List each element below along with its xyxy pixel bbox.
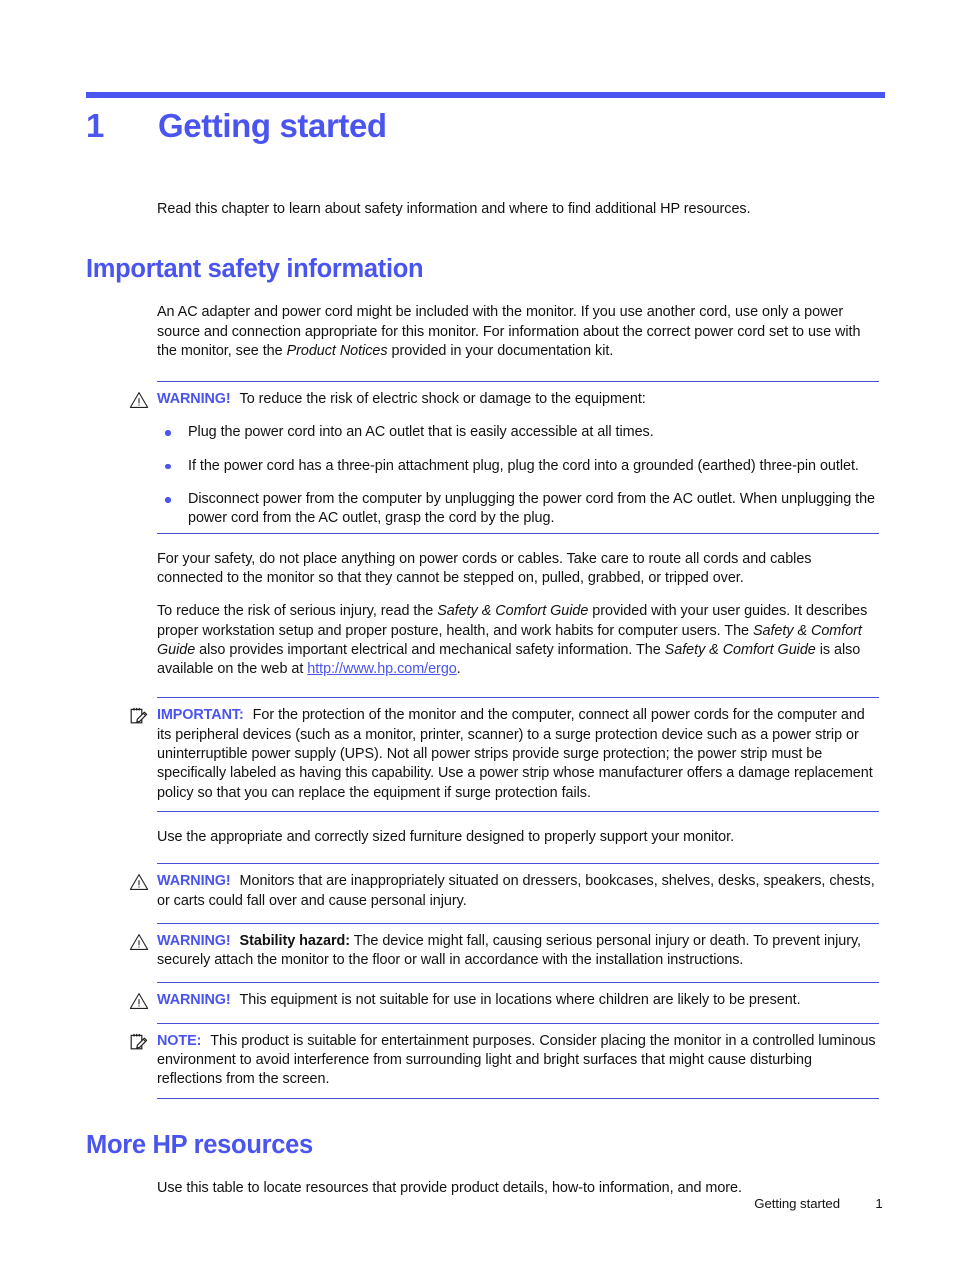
section-heading-safety: Important safety information xyxy=(86,255,424,284)
chapter-top-rule xyxy=(86,92,885,98)
callout-important-surge-body: IMPORTANT: For the protection of the moni… xyxy=(157,706,879,802)
safety-intro-text: An AC adapter and power cord might be in… xyxy=(157,303,879,361)
comfort-part1: To reduce the risk of serious injury, re… xyxy=(157,603,438,620)
warning-children-text: This equipment is not suitable for use i… xyxy=(239,992,801,1009)
stability-hazard-lead: Stability hazard: xyxy=(239,932,351,949)
warning-triangle-icon xyxy=(129,933,149,951)
page-title: Getting started xyxy=(158,107,387,144)
list-item-text: Disconnect power from the computer by un… xyxy=(188,491,876,527)
callout-important-surge: IMPORTANT: For the protection of the moni… xyxy=(130,697,879,812)
important-surge-text: For the protection of the monitor and th… xyxy=(157,707,873,801)
warning-label: WARNING! xyxy=(157,992,231,1009)
hp-ergo-link[interactable]: http://www.hp.com/ergo xyxy=(307,661,457,677)
callout-warning-stability-body: WARNING! Stability hazard: The device mig… xyxy=(157,932,879,971)
chapter-header: 1 Getting started xyxy=(86,104,886,162)
warning-label: WARNING! xyxy=(157,873,231,890)
callout-note-entertainment-body: NOTE: This product is suitable for entert… xyxy=(157,1032,879,1090)
bullet-dot-icon xyxy=(165,463,171,470)
bullet-dot-icon xyxy=(165,430,171,436)
safety-cords-block: For your safety, do not place anything o… xyxy=(157,550,879,589)
safety-cords-text: For your safety, do not place anything o… xyxy=(157,550,812,586)
comfort-italic-1: Safety & Comfort Guide xyxy=(437,603,589,620)
chapter-intro-text: Read this chapter to learn about safety … xyxy=(157,201,751,217)
list-item-text: Plug the power cord into an AC outlet th… xyxy=(188,424,654,441)
note-pencil-icon xyxy=(129,707,149,725)
warning-triangle-icon xyxy=(129,992,149,1010)
list-item-text: If the power cord has a three-pin attach… xyxy=(188,457,859,474)
chapter-number: 1 xyxy=(86,107,105,144)
product-notices-italic: Product Notices xyxy=(286,342,388,359)
page-content: Read this chapter to learn about safety … xyxy=(86,200,886,1198)
warning-triangle-icon xyxy=(129,873,149,891)
warning-triangle-icon xyxy=(129,391,149,409)
safety-intro-block: An AC adapter and power cord might be in… xyxy=(157,303,879,361)
note-label: NOTE: xyxy=(157,1032,202,1049)
page-footer: Getting started 1 xyxy=(86,1196,886,1216)
list-item: If the power cord has a three-pin attach… xyxy=(157,457,879,476)
safety-intro-tail: provided in your documentation kit. xyxy=(387,342,614,359)
warning-label: WARNING! xyxy=(157,391,231,408)
list-item: Plug the power cord into an AC outlet th… xyxy=(157,423,879,442)
comfort-guide-block: To reduce the risk of serious injury, re… xyxy=(157,602,879,679)
note-entertainment-text: This product is suitable for entertainme… xyxy=(157,1032,876,1088)
callout-warning-children: WARNING! This equipment is not suitable f… xyxy=(129,982,879,1010)
document-page: 1 Getting started Read this chapter to l… xyxy=(0,0,954,1270)
resources-intro-block: Use this table to locate resources that … xyxy=(157,1179,879,1198)
callout-note-entertainment: NOTE: This product is suitable for entert… xyxy=(130,1022,879,1099)
comfort-guide-text: To reduce the risk of serious injury, re… xyxy=(157,602,879,679)
furniture-text: Use the appropriate and correctly sized … xyxy=(157,828,735,845)
footer-chapter-label: Getting started xyxy=(754,1196,840,1211)
comfort-part3: also provides important electrical and m… xyxy=(195,641,665,658)
callout-warning-shock-body: WARNING! To reduce the risk of electric s… xyxy=(157,390,879,528)
callout-warning-furniture-body: WARNING! Monitors that are inappropriatel… xyxy=(157,872,879,911)
callout-warning-stability: WARNING! Stability hazard: The device mig… xyxy=(129,922,879,971)
warning-shock-text: To reduce the risk of electric shock or … xyxy=(239,391,646,408)
callout-warning-shock: WARNING! To reduce the risk of electric s… xyxy=(129,381,879,528)
important-label: IMPORTANT: xyxy=(157,707,244,724)
section-heading-resources: More HP resources xyxy=(86,1130,313,1159)
warning-shock-bullet-list: Plug the power cord into an AC outlet th… xyxy=(157,423,879,528)
chapter-intro-block: Read this chapter to learn about safety … xyxy=(157,200,879,219)
warning-furniture-text: Monitors that are inappropriately situat… xyxy=(157,873,875,909)
bullet-dot-icon xyxy=(165,497,171,503)
warning-label: WARNING! xyxy=(157,932,231,949)
callout-warning-furniture: WARNING! Monitors that are inappropriatel… xyxy=(129,863,879,911)
note-pencil-icon xyxy=(129,1033,149,1051)
list-item: Disconnect power from the computer by un… xyxy=(157,490,879,529)
comfort-part5: . xyxy=(456,661,461,678)
resources-intro-text: Use this table to locate resources that … xyxy=(157,1179,742,1196)
callout-warning-children-body: WARNING! This equipment is not suitable f… xyxy=(157,991,879,1010)
furniture-block: Use the appropriate and correctly sized … xyxy=(157,828,879,847)
footer-page-number: 1 xyxy=(875,1196,883,1211)
comfort-italic-3: Safety & Comfort Guide xyxy=(664,641,816,658)
